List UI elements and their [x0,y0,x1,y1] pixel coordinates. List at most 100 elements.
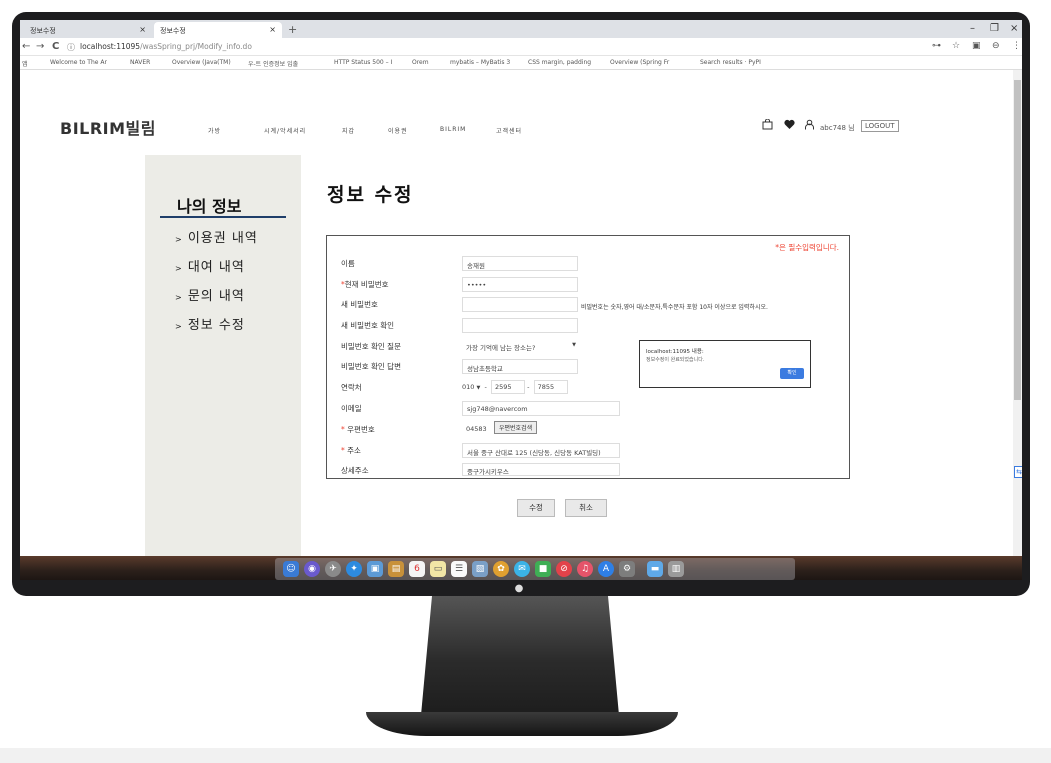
nav-customer-center[interactable]: 고객센터 [496,126,522,135]
app-store-icon[interactable]: A [598,561,614,577]
dialog-ok-button[interactable]: 확인 [780,368,804,379]
nav-bags[interactable]: 가방 [208,126,221,135]
folder-icon[interactable]: ▬ [647,561,663,577]
facetime-icon[interactable]: ■ [535,561,551,577]
label-text: 현재 비밀번호 [344,280,389,289]
bookmark-item[interactable]: Overview (Spring Fr [610,59,669,66]
label-detail-address: 상세주소 [341,466,369,475]
heart-icon[interactable] [784,119,795,133]
current-password-field[interactable]: ••••• [462,277,578,292]
messages-icon[interactable]: ✉ [514,561,530,577]
email-field[interactable]: sjg748@navercom [462,401,620,416]
sidebar-item-inquiry-history[interactable]: > 문의 내역 [175,285,245,304]
bookmark-apps[interactable]: 앱 [22,59,28,68]
bookmark-item[interactable]: mybatis – MyBatis 3 [450,59,510,66]
sidebar-item-label: 정보 수정 [187,318,245,333]
bookmark-item[interactable]: NAVER [130,59,150,66]
bookmark-item[interactable]: Orem [412,59,429,66]
photo-booth-icon[interactable]: ✿ [493,561,509,577]
label-new-password: 새 비밀번호 [341,300,378,309]
calendar-icon[interactable]: 6 [409,561,425,577]
password-hint: 비밀번호는 숫자,영어 대/소문자,특수문자 포함 10자 이상으로 입력하시오… [581,304,768,311]
nav-bilrim[interactable]: BILRIM [440,126,466,133]
logout-button[interactable]: LOGOUT [861,120,899,132]
bookmark-item[interactable]: 우-트 인증정보 입출 [248,59,298,68]
minimize-icon[interactable]: – [970,23,975,34]
submit-button[interactable]: 수정 [517,499,555,517]
news-icon[interactable]: ⊘ [556,561,572,577]
preview-icon[interactable]: ▧ [472,561,488,577]
phone-first-select[interactable]: 010 ▼ [462,383,480,391]
tab-close-icon[interactable]: × [269,25,276,34]
chevron-right-icon: > [175,235,183,244]
zipcode-field[interactable]: 04583 [462,422,492,437]
sidebar-item-edit-info[interactable]: > 정보 수정 [175,314,245,333]
label-new-password-confirm: 새 비밀번호 확인 [341,321,395,330]
bookmark-item[interactable]: Welcome to The Ar [50,59,107,66]
url-input[interactable]: localhost:11095/wasSpring_prj/Modify_inf… [80,42,252,51]
sidebar-item-rental-history[interactable]: > 대여 내역 [175,256,245,275]
bookmark-item[interactable]: HTTP Status 500 – I [334,59,392,66]
stickies-icon[interactable]: ▭ [430,561,446,577]
sidebar-item-pass-history[interactable]: > 이용권 내역 [175,227,258,246]
new-password-field[interactable] [462,297,578,312]
user-icon[interactable] [804,119,815,133]
maximize-icon[interactable]: ❐ [990,23,999,34]
site-info-icon[interactable]: ⓘ [67,42,75,53]
tab-close-icon[interactable]: × [139,25,146,34]
chevron-down-icon: ▼ [476,385,481,391]
phone-last-field[interactable]: 7855 [533,380,568,394]
bookmark-item[interactable]: Search results · PyPI [700,59,761,66]
music-icon[interactable]: ♫ [577,561,593,577]
tab-label: 정보수정 [30,27,56,35]
key-icon[interactable]: ⊶ [932,41,941,51]
url-host: localhost:11095 [80,42,141,51]
back-icon[interactable]: ← [22,41,30,52]
launchpad-icon[interactable]: ✈ [325,561,341,577]
photos-icon[interactable]: ▣ [367,561,383,577]
profile-icon[interactable]: ⊖ [992,41,1000,51]
web-page: BILRIM빌림 가방 시계/악세서리 지갑 이용권 BILRIM 고객센터 a… [20,70,1013,556]
apple-logo-icon: ● [514,583,524,594]
safari-icon[interactable]: ✦ [346,561,362,577]
zipcode-search-button[interactable]: 우편번호검색 [494,421,538,434]
nav-watches[interactable]: 시계/악세서리 [264,126,306,135]
bookmark-item[interactable]: CSS margin, padding [528,59,591,66]
monitor-stand [420,596,620,726]
site-logo[interactable]: BILRIM빌림 [60,115,156,139]
url-path: /wasSpring_prj/Modify_info.do [140,42,252,51]
new-password-confirm-field[interactable] [462,318,578,333]
side-panel-icon[interactable]: ⇆ [1014,466,1022,478]
system-preferences-icon[interactable]: ⚙ [619,561,635,577]
label-phone: 연락처 [341,383,362,392]
close-window-icon[interactable]: × [1010,23,1018,34]
nav-wallets[interactable]: 지갑 [342,126,355,135]
tab-2[interactable]: 정보수정 × [154,22,282,38]
menu-icon[interactable]: ⋮ [1012,41,1021,51]
cancel-button[interactable]: 취소 [565,499,607,517]
star-icon[interactable]: ☆ [952,41,960,51]
reminders-icon[interactable]: ☰ [451,561,467,577]
bag-icon[interactable] [762,118,773,133]
extension-icon[interactable]: ▣ [972,41,981,51]
tab-1[interactable]: 정보수정 × [24,22,152,38]
phone-mid-field[interactable]: 2595 [491,380,525,394]
finder-icon[interactable]: ☺ [283,561,299,577]
siri-icon[interactable]: ◉ [304,561,320,577]
scrollbar-thumb[interactable] [1014,80,1021,400]
page-scrollbar[interactable] [1013,70,1022,556]
sidebar-item-label: 대여 내역 [187,260,245,275]
address-field[interactable]: 서울 중구 산대로 125 (신당동, 신당동 KAT빌딩) [462,443,620,458]
security-answer-field[interactable]: 성남초등학교 [462,359,578,374]
name-field[interactable]: 송재원 [462,256,578,271]
detail-address-field[interactable]: 중구가시키우스 [462,463,620,476]
nav-pass[interactable]: 이용권 [388,126,408,135]
forward-icon[interactable]: → [36,41,44,52]
security-question-select[interactable]: 가장 기억에 남는 장소는? ▼ [462,339,578,354]
selected-value: 가장 기억에 남는 장소는? [466,344,536,352]
bookmark-item[interactable]: Overview (Java(TM) [172,59,231,66]
new-tab-button[interactable]: + [288,23,297,36]
trash-icon[interactable]: ▥ [668,561,684,577]
notes-icon[interactable]: ▤ [388,561,404,577]
reload-icon[interactable]: C [52,41,59,52]
